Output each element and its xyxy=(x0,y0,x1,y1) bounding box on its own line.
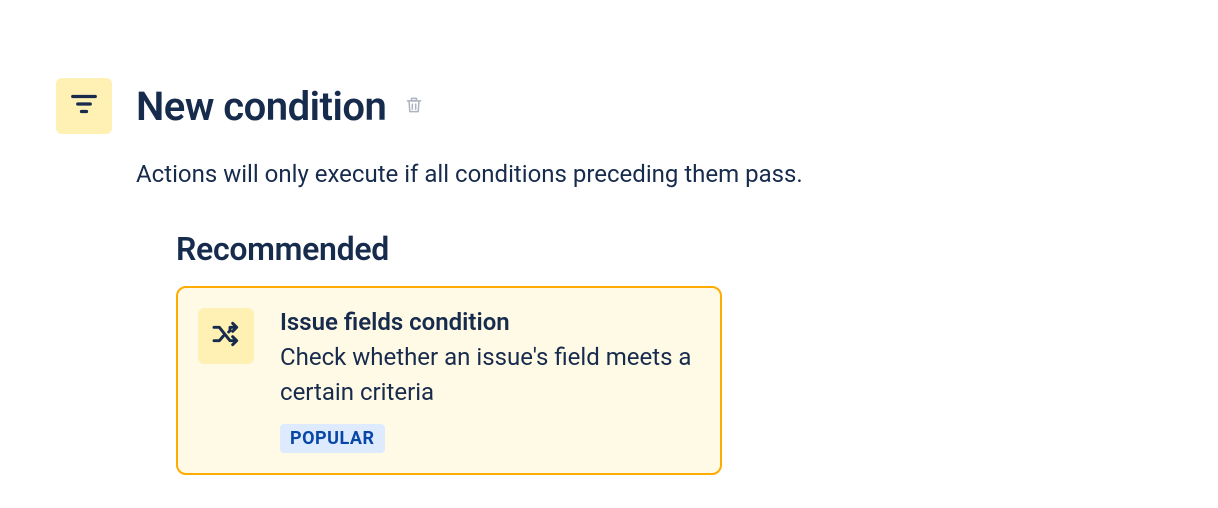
condition-icon-box xyxy=(56,78,112,134)
filter-icon xyxy=(69,89,99,123)
header-row: New condition xyxy=(56,78,1218,134)
popular-badge: POPULAR xyxy=(280,424,385,453)
condition-card-issue-fields[interactable]: Issue fields condition Check whether an … xyxy=(176,286,722,475)
delete-button[interactable] xyxy=(400,91,428,122)
card-icon-box xyxy=(198,308,254,364)
title-group: New condition xyxy=(136,83,428,130)
card-description: Check whether an issue's field meets a c… xyxy=(280,340,696,410)
trash-icon xyxy=(404,95,424,118)
shuffle-icon xyxy=(210,318,242,354)
section-heading: Recommended xyxy=(176,230,1218,268)
page-description: Actions will only execute if all conditi… xyxy=(136,160,1218,188)
page-title: New condition xyxy=(136,83,386,130)
recommended-section: Recommended Issue fields condition Check… xyxy=(176,230,1218,475)
card-title: Issue fields condition xyxy=(280,308,696,336)
card-content: Issue fields condition Check whether an … xyxy=(280,308,696,453)
